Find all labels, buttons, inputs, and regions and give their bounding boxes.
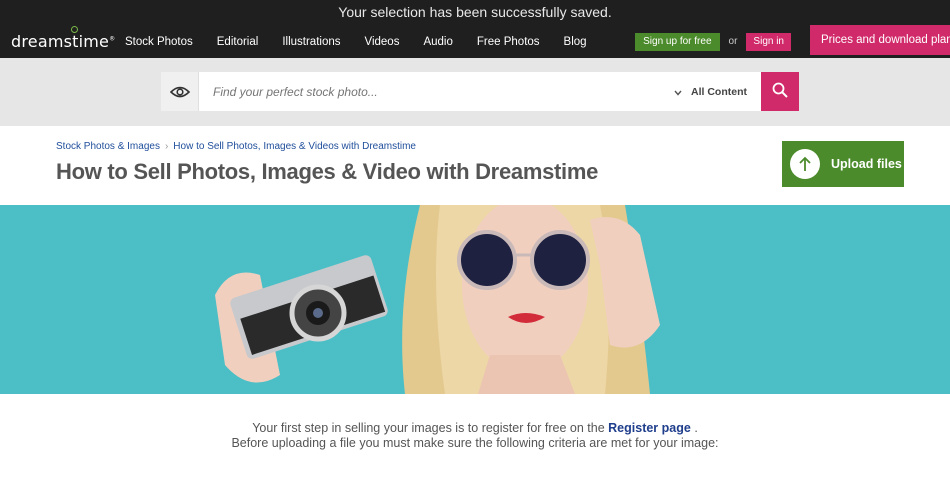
register-page-link[interactable]: Register page	[608, 421, 691, 435]
success-notice: Your selection has been successfully sav…	[0, 0, 950, 25]
intro-line-1-suffix: .	[694, 421, 698, 435]
logo-text: dreamstime	[11, 32, 110, 51]
chevron-down-icon	[674, 83, 682, 101]
signin-button[interactable]: Sign in	[746, 32, 791, 51]
eye-icon[interactable]	[161, 72, 199, 111]
nav-link-blog[interactable]: Blog	[564, 36, 587, 48]
logo-dot-icon	[71, 26, 78, 33]
nav-account-area: Sign up for free or Sign in Prices and d…	[635, 25, 950, 58]
success-notice-text: Your selection has been successfully sav…	[338, 4, 612, 20]
content-filter-select[interactable]: All Content	[674, 83, 747, 101]
page-title: How to Sell Photos, Images & Video with …	[56, 159, 599, 184]
or-separator: or	[728, 36, 738, 47]
search-box: All Content	[161, 72, 799, 111]
nav-link-illustrations[interactable]: Illustrations	[282, 36, 340, 48]
top-navbar: dreamstime® Stock Photos Editorial Illus…	[0, 25, 950, 58]
hero-banner-image	[0, 205, 950, 394]
intro-text: Your first step in selling your images i…	[0, 421, 950, 451]
dreamstime-logo[interactable]: dreamstime®	[11, 26, 115, 51]
intro-line-1: Your first step in selling your images i…	[0, 421, 950, 436]
registered-mark-icon: ®	[109, 35, 116, 43]
intro-line-1-prefix: Your first step in selling your images i…	[252, 421, 605, 435]
prices-button[interactable]: Prices and download plans	[810, 25, 950, 55]
search-input[interactable]	[199, 72, 674, 111]
page-header: Stock Photos & Images › How to Sell Photos…	[0, 126, 950, 205]
search-icon	[772, 82, 788, 101]
intro-line-2: Before uploading a file you must make su…	[231, 436, 719, 450]
nav-link-free-photos[interactable]: Free Photos	[477, 36, 540, 48]
content-filter-label: All Content	[691, 85, 747, 98]
nav-link-editorial[interactable]: Editorial	[217, 36, 259, 48]
breadcrumb-link-stock-photos[interactable]: Stock Photos & Images	[56, 141, 160, 152]
nav-link-audio[interactable]: Audio	[423, 36, 452, 48]
nav-link-videos[interactable]: Videos	[365, 36, 400, 48]
upload-files-label: Upload files	[831, 157, 902, 171]
search-strip: All Content	[0, 58, 950, 126]
signup-button[interactable]: Sign up for free	[635, 32, 720, 51]
upload-files-button[interactable]: Upload files	[782, 141, 904, 187]
upload-arrow-icon	[790, 149, 820, 179]
breadcrumb-separator-icon: ›	[164, 141, 169, 152]
nav-link-stock-photos[interactable]: Stock Photos	[125, 36, 193, 48]
breadcrumb-link-current[interactable]: How to Sell Photos, Images & Videos with…	[173, 141, 416, 152]
main-nav: Stock Photos Editorial Illustrations Vid…	[125, 36, 611, 48]
breadcrumb: Stock Photos & Images › How to Sell Photos…	[56, 141, 416, 152]
search-button[interactable]	[761, 72, 799, 111]
